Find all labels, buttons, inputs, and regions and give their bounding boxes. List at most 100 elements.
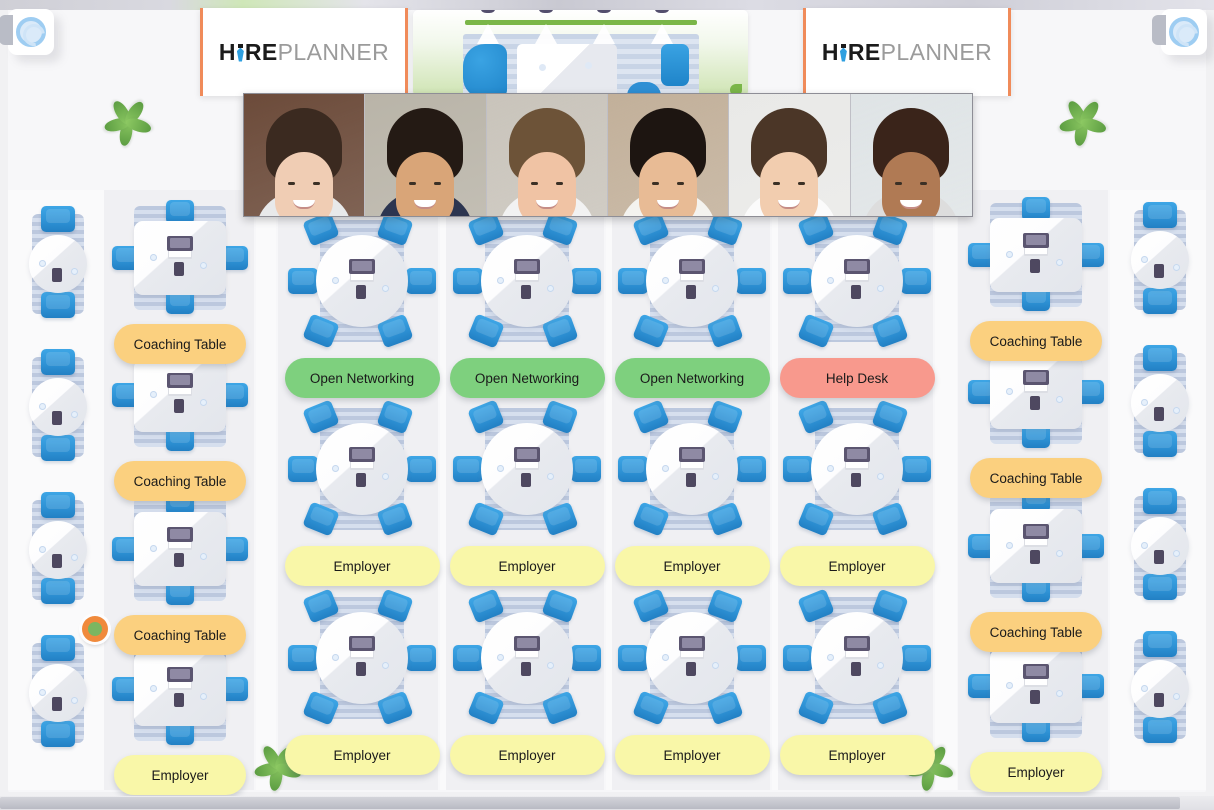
chair-seat[interactable]	[288, 268, 318, 294]
stage-banner-center[interactable]	[413, 10, 748, 96]
table-group[interactable]	[286, 211, 438, 350]
table-label-employer[interactable]: Employer	[970, 752, 1102, 792]
chair-seat[interactable]	[453, 456, 483, 482]
tabletop[interactable]	[1131, 660, 1189, 718]
table-group[interactable]	[1122, 196, 1198, 324]
participant-video-tile[interactable]	[850, 94, 972, 216]
chair-seat[interactable]	[571, 645, 601, 671]
participant-video-tile[interactable]	[244, 94, 366, 216]
chair-seat[interactable]	[41, 721, 75, 747]
chair-seat[interactable]	[901, 456, 931, 482]
table-group[interactable]	[286, 399, 438, 538]
chair-seat[interactable]	[288, 456, 318, 482]
chair-seat[interactable]	[1143, 202, 1177, 228]
chair-seat[interactable]	[783, 268, 813, 294]
chair-seat[interactable]	[41, 206, 75, 232]
table-label-employer[interactable]: Employer	[284, 735, 440, 775]
table-group[interactable]	[451, 211, 603, 350]
chair-seat[interactable]	[736, 268, 766, 294]
sponsor-banner-left[interactable]: H REPLANNER	[200, 8, 408, 96]
participant-video-strip[interactable]	[243, 93, 973, 217]
chair-seat[interactable]	[618, 268, 648, 294]
tabletop[interactable]	[29, 664, 87, 722]
table-group[interactable]	[1122, 625, 1198, 753]
table-label-employer[interactable]: Employer	[284, 546, 440, 586]
chair-seat[interactable]	[406, 645, 436, 671]
table-label-employer[interactable]: Employer	[779, 735, 935, 775]
chair-seat[interactable]	[736, 456, 766, 482]
table-group[interactable]	[1122, 339, 1198, 467]
chair-seat[interactable]	[41, 292, 75, 318]
scrollbar-thumb[interactable]	[0, 797, 1180, 809]
table-group[interactable]	[966, 484, 1106, 608]
tabletop[interactable]	[29, 235, 87, 293]
table-label-open-networking[interactable]: Open Networking	[449, 358, 605, 398]
tabletop[interactable]	[316, 235, 408, 327]
tabletop[interactable]	[811, 235, 903, 327]
table-group[interactable]	[20, 629, 96, 757]
event-logo-badge-left[interactable]	[0, 9, 54, 55]
table-group[interactable]	[20, 486, 96, 614]
tabletop[interactable]	[646, 612, 738, 704]
chair-seat[interactable]	[1143, 431, 1177, 457]
tabletop[interactable]	[990, 355, 1082, 429]
event-logo-badge-right[interactable]	[1152, 9, 1207, 55]
table-label-help-desk[interactable]: Help Desk	[779, 358, 935, 398]
tabletop[interactable]	[481, 612, 573, 704]
chair-seat[interactable]	[783, 645, 813, 671]
chair-seat[interactable]	[406, 456, 436, 482]
table-group[interactable]	[781, 399, 933, 538]
table-label-employer[interactable]: Employer	[614, 546, 770, 586]
chair-seat[interactable]	[41, 578, 75, 604]
table-group[interactable]	[616, 211, 768, 350]
tabletop[interactable]	[134, 358, 226, 432]
table-label-coaching-table[interactable]: Coaching Table	[114, 461, 246, 501]
table-group[interactable]	[286, 588, 438, 727]
table-label-coaching-table[interactable]: Coaching Table	[114, 615, 246, 655]
chair-seat[interactable]	[1143, 288, 1177, 314]
table-group[interactable]	[20, 343, 96, 471]
chair-seat[interactable]	[41, 492, 75, 518]
tabletop[interactable]	[1131, 231, 1189, 289]
table-group[interactable]	[451, 399, 603, 538]
chair-seat[interactable]	[41, 435, 75, 461]
chair-seat[interactable]	[571, 268, 601, 294]
tabletop[interactable]	[1131, 374, 1189, 432]
chair-seat[interactable]	[453, 268, 483, 294]
chair-seat[interactable]	[41, 349, 75, 375]
my-avatar-marker[interactable]	[82, 616, 108, 642]
tabletop[interactable]	[134, 652, 226, 726]
table-group[interactable]	[20, 200, 96, 328]
participant-video-tile[interactable]	[729, 94, 851, 216]
chair-seat[interactable]	[1143, 488, 1177, 514]
table-label-open-networking[interactable]: Open Networking	[284, 358, 440, 398]
tabletop[interactable]	[811, 423, 903, 515]
chair-seat[interactable]	[1143, 631, 1177, 657]
participant-video-tile[interactable]	[365, 94, 487, 216]
chair-seat[interactable]	[783, 456, 813, 482]
chair-seat[interactable]	[618, 645, 648, 671]
tabletop[interactable]	[316, 423, 408, 515]
tabletop[interactable]	[646, 235, 738, 327]
tabletop[interactable]	[990, 218, 1082, 292]
participant-video-tile[interactable]	[607, 94, 730, 216]
table-label-employer[interactable]: Employer	[449, 546, 605, 586]
participant-video-tile[interactable]	[486, 94, 608, 216]
table-label-employer[interactable]: Employer	[614, 735, 770, 775]
table-group[interactable]	[451, 588, 603, 727]
table-group[interactable]	[616, 399, 768, 538]
table-group[interactable]	[110, 487, 250, 611]
table-label-coaching-table[interactable]: Coaching Table	[970, 321, 1102, 361]
sponsor-banner-right[interactable]: H REPLANNER	[803, 8, 1011, 96]
chair-seat[interactable]	[736, 645, 766, 671]
table-label-coaching-table[interactable]: Coaching Table	[970, 612, 1102, 652]
tabletop[interactable]	[990, 509, 1082, 583]
table-group[interactable]	[110, 196, 250, 320]
table-group[interactable]	[616, 588, 768, 727]
chair-seat[interactable]	[1143, 717, 1177, 743]
tabletop[interactable]	[481, 423, 573, 515]
table-label-employer[interactable]: Employer	[114, 755, 246, 795]
tabletop[interactable]	[1131, 517, 1189, 575]
chair-seat[interactable]	[288, 645, 318, 671]
table-label-open-networking[interactable]: Open Networking	[614, 358, 770, 398]
